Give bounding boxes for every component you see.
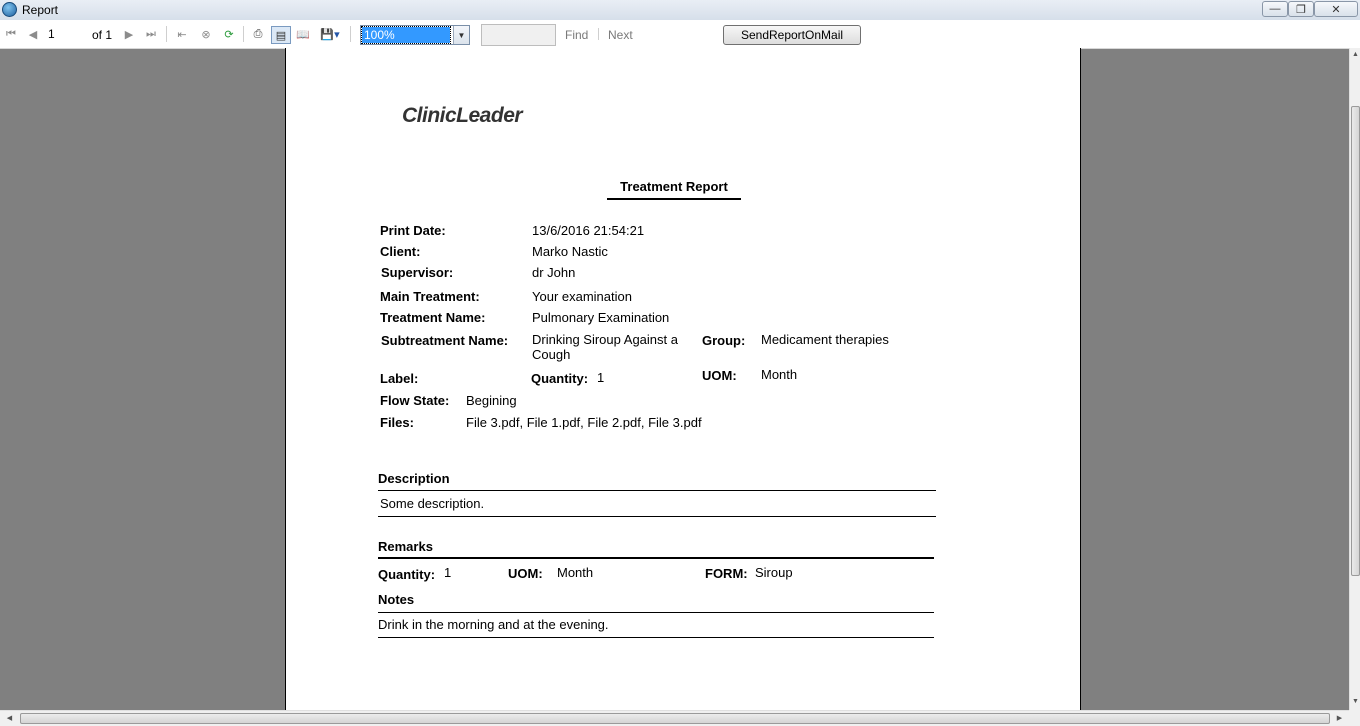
- flow-state-label: Flow State:: [380, 393, 450, 408]
- group-label: Group:: [702, 333, 746, 348]
- scroll-up-icon[interactable]: ▲: [1350, 51, 1360, 58]
- subtreatment-name-label: Subtreatment Name:: [381, 333, 509, 348]
- remarks-form-value: Siroup: [755, 565, 793, 580]
- previous-page-icon[interactable]: ◀: [26, 26, 40, 42]
- subtreatment-name-value-line1: Drinking Siroup Against a: [532, 332, 678, 347]
- scrollbar-corner: [1349, 710, 1360, 726]
- toolbar-divider: [350, 26, 351, 42]
- description-bottom-rule: [378, 516, 936, 517]
- export-icon[interactable]: 💾▾: [317, 26, 343, 42]
- report-toolbar: ⏮ ◀ of 1 ▶ ⏭ ⇤ ⊗ ⟳ ⎙ ▤ 📖 💾▾ 100% ▼ Find …: [0, 20, 1360, 49]
- notes-bottom-rule: [378, 637, 934, 638]
- print-date-label: Print Date:: [380, 223, 446, 238]
- remarks-heading: Remarks: [378, 539, 433, 554]
- page-number-input[interactable]: [44, 25, 92, 43]
- next-link[interactable]: Next: [608, 28, 633, 42]
- quantity-label: Quantity:: [531, 371, 589, 386]
- remarks-form-label: FORM:: [705, 566, 748, 581]
- restore-icon: ❐: [1296, 3, 1306, 16]
- minimize-icon: —: [1269, 3, 1281, 15]
- uom-label: UOM:: [702, 368, 737, 383]
- client-value: Marko Nastic: [532, 244, 608, 259]
- last-page-icon[interactable]: ⏭: [144, 26, 158, 42]
- close-icon: ✕: [1331, 3, 1341, 16]
- first-page-icon[interactable]: ⏮: [4, 26, 18, 42]
- remarks-quantity-value: 1: [444, 565, 452, 580]
- files-label: Files:: [380, 415, 414, 430]
- supervisor-value: dr John: [532, 265, 576, 280]
- vertical-scroll-thumb[interactable]: [1351, 106, 1360, 576]
- description-text: Some description.: [380, 496, 485, 511]
- toolbar-divider: [598, 28, 599, 40]
- zoom-select[interactable]: 100% ▼: [360, 25, 470, 45]
- horizontal-scroll-thumb[interactable]: [20, 713, 1330, 724]
- find-input[interactable]: [481, 24, 556, 46]
- report-page: ClinicLeader Treatment Report Print Date…: [285, 48, 1081, 710]
- notes-text: Drink in the morning and at the evening.: [378, 617, 609, 632]
- print-layout-icon[interactable]: ▤: [271, 26, 291, 44]
- flow-state-value: Begining: [466, 393, 517, 408]
- uom-value: Month: [761, 367, 798, 382]
- back-icon[interactable]: ⇤: [175, 26, 189, 42]
- print-icon[interactable]: ⎙: [249, 26, 267, 42]
- description-top-rule: [378, 490, 936, 491]
- send-report-on-mail-button[interactable]: SendReportOnMail: [723, 25, 861, 45]
- maximize-button[interactable]: ❐: [1288, 1, 1314, 17]
- zoom-value: 100%: [361, 26, 451, 44]
- scroll-right-icon[interactable]: ▶: [1334, 714, 1345, 722]
- close-button[interactable]: ✕: [1314, 1, 1358, 17]
- chevron-down-icon[interactable]: ▼: [453, 26, 469, 44]
- label-label: Label:: [380, 371, 419, 386]
- page-setup-icon[interactable]: 📖: [294, 26, 312, 42]
- minimize-button[interactable]: —: [1262, 1, 1288, 17]
- description-heading: Description: [378, 471, 450, 486]
- toolbar-divider: [166, 26, 167, 42]
- main-treatment-value: Your examination: [532, 289, 632, 304]
- quantity-value: 1: [597, 370, 605, 385]
- toolbar-divider: [243, 26, 244, 42]
- scroll-down-icon[interactable]: ▼: [1350, 698, 1360, 705]
- remarks-uom-label: UOM:: [508, 566, 543, 581]
- scroll-left-icon[interactable]: ◀: [4, 714, 15, 722]
- print-date-value: 13/6/2016 21:54:21: [532, 223, 645, 238]
- remarks-quantity-label: Quantity:: [378, 567, 436, 582]
- next-page-icon[interactable]: ▶: [122, 26, 136, 42]
- client-label: Client:: [380, 244, 421, 259]
- treatment-name-label: Treatment Name:: [380, 310, 486, 325]
- notes-top-rule: [378, 612, 934, 613]
- remarks-rule: [378, 557, 934, 559]
- horizontal-scrollbar[interactable]: ◀ ▶: [0, 710, 1349, 726]
- clinicleader-logo: ClinicLeader: [402, 104, 523, 127]
- files-value: File 3.pdf, File 1.pdf, File 2.pdf, File…: [466, 415, 702, 430]
- remarks-uom-value: Month: [557, 565, 594, 580]
- treatment-name-value: Pulmonary Examination: [532, 310, 670, 325]
- vertical-scrollbar[interactable]: ▲ ▼: [1349, 48, 1360, 710]
- stop-icon[interactable]: ⊗: [198, 26, 214, 42]
- find-link[interactable]: Find: [565, 28, 588, 42]
- subtreatment-name-value-line2: Cough: [532, 347, 571, 362]
- title-bar: Report — ❐ ✕: [0, 0, 1360, 20]
- page-count-label: of 1: [92, 28, 113, 42]
- group-value: Medicament therapies: [761, 332, 889, 347]
- app-icon: [2, 2, 17, 17]
- notes-heading: Notes: [378, 592, 415, 607]
- report-title: Treatment Report: [607, 179, 741, 200]
- supervisor-label: Supervisor:: [381, 265, 454, 280]
- refresh-icon[interactable]: ⟳: [221, 26, 237, 42]
- main-treatment-label: Main Treatment:: [380, 289, 480, 304]
- window-title: Report: [22, 3, 59, 17]
